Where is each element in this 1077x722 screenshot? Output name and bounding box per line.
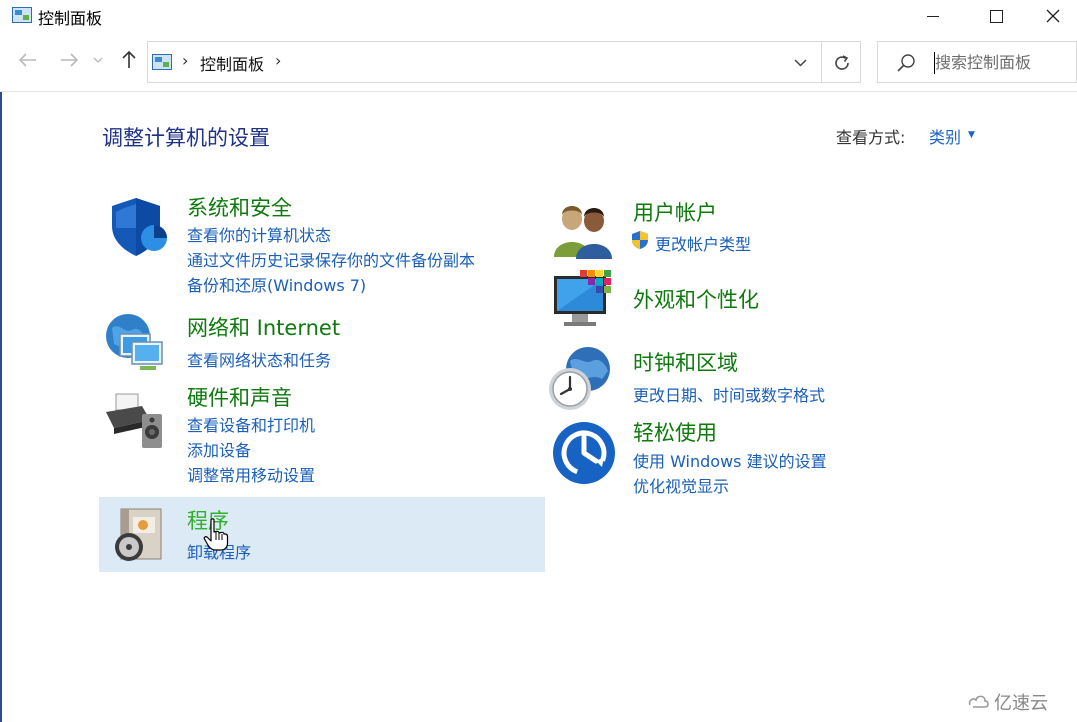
back-button[interactable]: [14, 46, 42, 74]
maximize-icon: [989, 9, 1003, 23]
recent-locations-button[interactable]: [89, 46, 107, 74]
up-arrow-icon: [122, 51, 136, 68]
link-optimize-visual-display[interactable]: 优化视觉显示: [633, 473, 729, 497]
monitor-palette-icon: [554, 270, 611, 326]
category-title-clock-region[interactable]: 时钟和区域: [633, 347, 738, 377]
category-user-accounts: 用户帐户 更改帐户类型: [552, 195, 972, 260]
up-button[interactable]: [115, 46, 143, 74]
minimize-button[interactable]: [900, 0, 966, 32]
chevron-down-icon: [793, 59, 807, 67]
category-title-ease-of-access[interactable]: 轻松使用: [633, 417, 717, 447]
category-network-internet: 网络和 Internet 查看网络状态和任务: [102, 310, 522, 380]
dropdown-arrow-icon[interactable]: ▼: [968, 130, 975, 140]
printer-speaker-icon: [106, 393, 162, 448]
clock-globe-icon: [549, 347, 610, 410]
window-title: 控制面板: [38, 9, 103, 28]
link-add-device[interactable]: 添加设备: [187, 437, 251, 461]
window-edge: [0, 92, 2, 722]
category-system-security: 系统和安全 查看你的计算机状态 通过文件历史记录保存你的文件备份副本 备份和还原…: [102, 190, 522, 300]
search-icon: [897, 54, 915, 72]
address-dropdown-button[interactable]: [786, 50, 814, 76]
minimize-icon: [927, 15, 939, 17]
category-appearance-personalization: 外观和个性化: [552, 268, 972, 334]
link-network-status[interactable]: 查看网络状态和任务: [187, 347, 331, 371]
link-mobility-settings[interactable]: 调整常用移动设置: [187, 462, 315, 486]
link-change-date-time-format[interactable]: 更改日期、时间或数字格式: [633, 382, 825, 406]
programs-disc-icon: [115, 508, 162, 561]
search-box[interactable]: [877, 41, 1077, 83]
watermark-text: 亿速云: [994, 693, 1048, 714]
category-title-user-accounts[interactable]: 用户帐户: [633, 197, 717, 227]
refresh-icon: [835, 55, 849, 70]
back-arrow-icon: [19, 53, 36, 67]
category-hardware-sound: 硬件和声音 查看设备和打印机 添加设备 调整常用移动设置: [102, 380, 522, 490]
breadcrumb-separator[interactable]: ›: [275, 51, 281, 70]
breadcrumb-separator[interactable]: ›: [182, 51, 188, 70]
close-button[interactable]: [1029, 0, 1077, 32]
link-file-history-backup[interactable]: 通过文件历史记录保存你的文件备份副本: [187, 247, 475, 271]
users-icon: [554, 206, 612, 259]
category-clock-region: 时钟和区域 更改日期、时间或数字格式: [548, 345, 968, 415]
uac-shield-icon: [632, 231, 648, 249]
ease-of-access-icon: [553, 422, 615, 484]
watermark: 亿速云: [968, 689, 1048, 715]
link-change-account-type[interactable]: 更改帐户类型: [655, 231, 751, 255]
control-panel-icon: [12, 7, 32, 23]
cloud-logo-icon: [968, 695, 989, 708]
refresh-button[interactable]: [828, 49, 856, 77]
forward-button[interactable]: [55, 46, 83, 74]
close-icon: [1046, 9, 1060, 23]
shield-icon: [112, 198, 167, 256]
category-title-appearance-personalization[interactable]: 外观和个性化: [633, 284, 759, 314]
category-title-hardware-sound[interactable]: 硬件和声音: [187, 382, 292, 412]
breadcrumb-control-panel[interactable]: 控制面板: [200, 51, 264, 75]
category-title-system-security[interactable]: 系统和安全: [187, 192, 292, 222]
forward-arrow-icon: [61, 53, 78, 67]
search-input[interactable]: [935, 47, 1073, 77]
page-title: 调整计算机的设置: [102, 126, 270, 150]
hand-cursor-icon: [203, 518, 229, 551]
link-view-computer-status[interactable]: 查看你的计算机状态: [187, 222, 331, 246]
category-title-network-internet[interactable]: 网络和 Internet: [187, 312, 340, 342]
control-panel-icon: [152, 54, 172, 70]
network-globe-icon: [106, 314, 163, 370]
link-backup-restore[interactable]: 备份和还原(Windows 7): [187, 272, 366, 296]
view-by-dropdown[interactable]: 类别: [929, 124, 961, 148]
link-devices-printers[interactable]: 查看设备和打印机: [187, 412, 315, 436]
maximize-button[interactable]: [963, 0, 1029, 32]
chevron-down-icon: [93, 57, 103, 63]
category-ease-of-access: 轻松使用 使用 Windows 建议的设置 优化视觉显示: [552, 415, 972, 497]
link-windows-recommended-settings[interactable]: 使用 Windows 建议的设置: [633, 448, 827, 472]
divider: [821, 42, 822, 82]
category-programs[interactable]: 程序 卸载程序: [99, 497, 545, 572]
navigation-bar: › 控制面板 ›: [0, 32, 1077, 92]
title-bar: 控制面板: [0, 0, 1077, 32]
address-bar[interactable]: › 控制面板 ›: [147, 41, 861, 83]
view-by-label: 查看方式:: [836, 128, 906, 147]
